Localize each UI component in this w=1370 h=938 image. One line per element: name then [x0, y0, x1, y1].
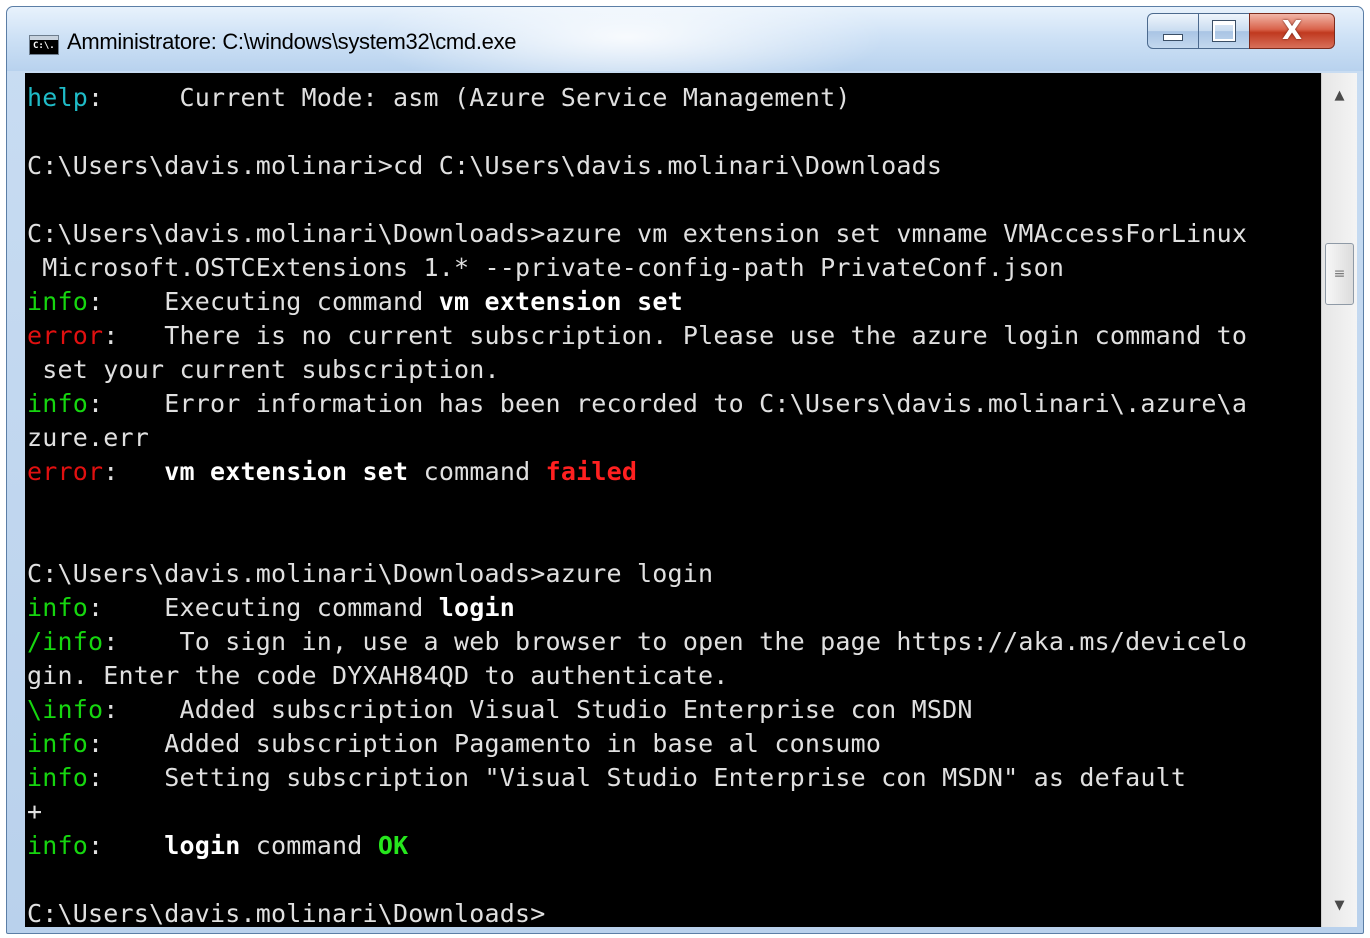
console-error-token: error [27, 321, 104, 350]
console-text: gin. Enter the code DYXAH84QD to authent… [27, 661, 729, 690]
console-line: C:\Users\davis.molinari>cd C:\Users\davi… [27, 149, 1247, 183]
minimize-button[interactable] [1147, 13, 1199, 49]
console-text: : Error information has been recorded to… [88, 389, 1248, 418]
console-info-token: info [27, 729, 89, 758]
console-line: C:\Users\davis.molinari\Downloads>azure … [27, 217, 1247, 251]
console-error-token: error [27, 457, 104, 486]
maximize-button[interactable] [1198, 13, 1250, 49]
console-line: Microsoft.OSTCExtensions 1.* --private-c… [27, 251, 1247, 285]
console-line: gin. Enter the code DYXAH84QD to authent… [27, 659, 1247, 693]
console-info-token: \info [27, 695, 104, 724]
console-text: zure.err [27, 423, 150, 452]
window-title: Amministratore: C:\windows\system32\cmd.… [67, 29, 517, 54]
console-text: + [27, 797, 43, 826]
console-lines: help: Current Mode: asm (Azure Service M… [27, 81, 1247, 927]
scroll-down-arrow-icon[interactable]: ▼ [1322, 887, 1357, 923]
console-line: error: vm extension set command failed [27, 455, 1247, 489]
console-line: \info: Added subscription Visual Studio … [27, 693, 1247, 727]
console-text: : To sign in, use a web browser to open … [103, 627, 1248, 656]
console-text: C:\Users\davis.molinari\Downloads> [27, 899, 546, 927]
console-ok-token: OK [377, 831, 409, 860]
console-line: zure.err [27, 421, 1247, 455]
cmd-icon-text: C:\. [33, 41, 55, 51]
console-window: C:\. Amministratore: C:\windows\system32… [6, 6, 1364, 934]
console-line: info: Executing command vm extension set [27, 285, 1247, 319]
console-bold-token: vm extension set [438, 287, 683, 316]
console-info-token: info [27, 389, 89, 418]
console-line: help: Current Mode: asm (Azure Service M… [27, 81, 1247, 115]
console-line: info: Error information has been recorde… [27, 387, 1247, 421]
console-text: : Added subscription Visual Studio Enter… [103, 695, 973, 724]
scrollbar-thumb[interactable]: ≡ [1325, 243, 1354, 305]
console-line: info: Added subscription Pagamento in ba… [27, 727, 1247, 761]
console-line: info: Executing command login [27, 591, 1247, 625]
close-icon: X [1281, 16, 1303, 46]
console-text: : There is no current subscription. Plea… [103, 321, 1248, 350]
console-text: : [88, 831, 165, 860]
cmd-icon[interactable]: C:\. [29, 35, 59, 55]
console-info-token: /info [27, 627, 104, 656]
console-fail-token: failed [545, 457, 638, 486]
close-button[interactable]: X [1249, 13, 1335, 49]
console-info-token: info [27, 831, 89, 860]
console-line: error: There is no current subscription.… [27, 319, 1247, 353]
console-info-token: info [27, 763, 89, 792]
console-text: command [408, 457, 546, 486]
console-text: C:\Users\davis.molinari>cd C:\Users\davi… [27, 151, 943, 180]
console-line: info: login command OK [27, 829, 1247, 863]
vertical-scrollbar[interactable]: ▲ ≡ ▼ [1321, 73, 1357, 927]
scroll-up-arrow-icon[interactable]: ▲ [1322, 77, 1357, 113]
console-text: command [240, 831, 378, 860]
console-line: set your current subscription. [27, 353, 1247, 387]
console-bold-token: vm extension set [164, 457, 409, 486]
console-text: Microsoft.OSTCExtensions 1.* --private-c… [27, 253, 1065, 282]
console-line: /info: To sign in, use a web browser to … [27, 625, 1247, 659]
console-text: : Setting subscription "Visual Studio En… [88, 763, 1187, 792]
console-bold-token: login [164, 831, 241, 860]
console-text: : Added subscription Pagamento in base a… [88, 729, 882, 758]
console-text: : [103, 457, 165, 486]
console-info-token: info [27, 287, 89, 316]
console-help-token: help [27, 83, 89, 112]
console-output[interactable]: help: Current Mode: asm (Azure Service M… [25, 73, 1321, 927]
console-text: : Executing command [88, 593, 439, 622]
console-info-token: info [27, 593, 89, 622]
maximize-icon [1212, 20, 1236, 42]
console-text: : Current Mode: asm (Azure Service Manag… [88, 83, 851, 112]
console-text: : Executing command [88, 287, 439, 316]
console-line: C:\Users\davis.molinari\Downloads>azure … [27, 557, 1247, 591]
console-text: set your current subscription. [27, 355, 500, 384]
console-text: C:\Users\davis.molinari\Downloads>azure … [27, 559, 714, 588]
console-text: C:\Users\davis.molinari\Downloads>azure … [27, 219, 1248, 248]
console-line: info: Setting subscription "Visual Studi… [27, 761, 1247, 795]
console-line: + [27, 795, 1247, 829]
console-bold-token: login [438, 593, 516, 622]
scrollbar-grip-icon: ≡ [1333, 266, 1346, 282]
title-bar[interactable]: C:\. Amministratore: C:\windows\system32… [7, 7, 1363, 71]
console-line: C:\Users\davis.molinari\Downloads> [27, 897, 1247, 927]
minimize-icon [1163, 33, 1183, 41]
